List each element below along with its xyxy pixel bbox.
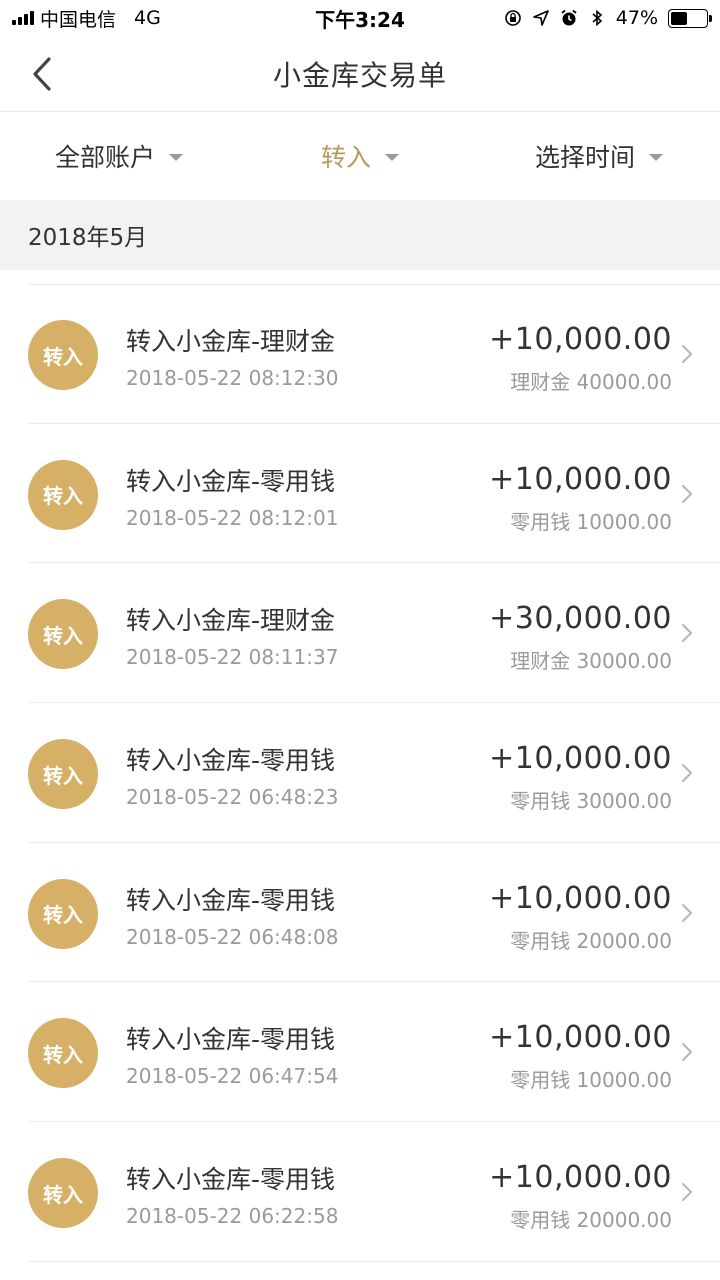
transaction-amount: +10,000.00 <box>489 1020 672 1056</box>
transaction-amount: +30,000.00 <box>489 601 672 637</box>
rotation-lock-icon <box>504 9 522 27</box>
time-filter-dropdown[interactable]: 选择时间 <box>535 112 664 200</box>
back-button[interactable] <box>22 54 62 94</box>
battery-icon <box>668 8 712 28</box>
status-right: 47% <box>448 7 712 29</box>
time-filter-label: 选择时间 <box>535 143 636 172</box>
transaction-time: 2018-05-22 06:48:08 <box>126 924 339 949</box>
transaction-row[interactable]: 转入 转入小金库-零用钱 2018-05-22 06:47:54 +10,000… <box>0 982 720 1123</box>
transfer-in-badge: 转入 <box>28 320 98 390</box>
month-label: 2018年5月 <box>28 225 148 251</box>
transfer-in-badge: 转入 <box>28 878 98 949</box>
type-filter-dropdown[interactable]: 转入 <box>321 112 400 200</box>
transaction-row[interactable]: 转入 转入小金库-理财金 2018-05-22 08:12:30 +10,000… <box>0 284 720 424</box>
transfer-in-badge: 转入 <box>28 459 98 530</box>
chevron-right-icon <box>680 344 694 364</box>
transaction-time: 2018-05-22 06:22:58 <box>126 1204 339 1229</box>
account-filter-dropdown[interactable]: 全部账户 <box>55 112 184 200</box>
chevron-right-icon <box>680 1182 694 1202</box>
transaction-row[interactable]: 转入 转入小金库-零用钱 2018-05-22 06:48:08 +10,000… <box>0 843 720 983</box>
page-title: 小金库交易单 <box>272 58 447 92</box>
transaction-title: 转入小金库-零用钱 <box>126 885 336 915</box>
transaction-list: 转入 转入小金库-理财金 2018-05-22 08:12:30 +10,000… <box>0 284 720 1262</box>
transaction-balance: 零用钱 10000.00 <box>510 1068 672 1093</box>
month-section-header: 2018年5月 <box>0 200 720 270</box>
bluetooth-icon <box>588 9 606 27</box>
page: 中国电信 4G 下午3:24 47% 小金库交易单 全部账户 转入 选择时间 2… <box>0 0 720 1280</box>
transaction-row[interactable]: 转入 转入小金库-零用钱 2018-05-22 06:22:58 +10,000… <box>0 1122 720 1262</box>
transaction-time: 2018-05-22 06:48:23 <box>126 785 339 810</box>
caret-down-icon <box>649 153 664 161</box>
transaction-balance: 理财金 40000.00 <box>510 370 672 394</box>
transaction-balance: 零用钱 10000.00 <box>510 509 672 534</box>
transaction-row[interactable]: 转入 转入小金库-零用钱 2018-05-22 06:48:23 +10,000… <box>0 703 720 843</box>
transfer-in-badge: 转入 <box>28 739 98 810</box>
transaction-time: 2018-05-22 06:47:54 <box>126 1064 339 1089</box>
status-bar: 中国电信 4G 下午3:24 47% <box>0 0 720 36</box>
chevron-left-icon <box>33 57 51 91</box>
transaction-balance: 零用钱 20000.00 <box>510 1208 672 1233</box>
network-label: 4G <box>134 7 161 29</box>
transaction-amount: +10,000.00 <box>489 1160 672 1196</box>
transaction-row[interactable]: 转入 转入小金库-理财金 2018-05-22 08:11:37 +30,000… <box>0 563 720 704</box>
transaction-time: 2018-05-22 08:11:37 <box>126 645 339 670</box>
transaction-row[interactable]: 转入 转入小金库-零用钱 2018-05-22 08:12:01 +10,000… <box>0 424 720 564</box>
battery-level <box>671 11 687 25</box>
status-left: 中国电信 4G <box>12 5 272 32</box>
filter-bar: 全部账户 转入 选择时间 <box>0 112 720 200</box>
nav-bar: 小金库交易单 <box>0 36 720 112</box>
alarm-icon <box>560 9 578 27</box>
transaction-title: 转入小金库-理财金 <box>126 327 336 356</box>
caret-down-icon <box>385 153 400 161</box>
transaction-time: 2018-05-22 08:12:01 <box>126 505 339 530</box>
carrier-label: 中国电信 <box>40 8 117 31</box>
caret-down-icon <box>169 153 184 161</box>
transaction-balance: 理财金 30000.00 <box>510 649 672 674</box>
chevron-right-icon <box>680 763 694 783</box>
transaction-title: 转入小金库-零用钱 <box>126 1165 336 1195</box>
transaction-amount: +10,000.00 <box>489 461 672 497</box>
divider <box>28 1260 720 1262</box>
type-filter-label: 转入 <box>321 143 372 172</box>
transfer-in-badge: 转入 <box>28 1158 98 1229</box>
transaction-time: 2018-05-22 08:12:30 <box>126 366 339 390</box>
chevron-right-icon <box>680 903 694 923</box>
chevron-right-icon <box>680 1042 694 1062</box>
transfer-in-badge: 转入 <box>28 1018 98 1089</box>
battery-percent: 47% <box>615 7 658 29</box>
transaction-amount: +10,000.00 <box>489 322 672 357</box>
chevron-right-icon <box>680 484 694 504</box>
transaction-title: 转入小金库-理财金 <box>126 606 336 636</box>
transaction-amount: +10,000.00 <box>489 880 672 916</box>
transaction-title: 转入小金库-零用钱 <box>126 746 336 776</box>
transaction-balance: 零用钱 30000.00 <box>510 789 672 814</box>
status-time: 下午3:24 <box>315 7 405 32</box>
transaction-amount: +10,000.00 <box>489 741 672 777</box>
chevron-right-icon <box>680 623 694 643</box>
transfer-in-badge: 转入 <box>28 599 98 670</box>
transaction-balance: 零用钱 20000.00 <box>510 928 672 953</box>
location-arrow-icon <box>532 9 550 27</box>
account-filter-label: 全部账户 <box>55 143 156 172</box>
transaction-title: 转入小金库-零用钱 <box>126 466 336 496</box>
transaction-title: 转入小金库-零用钱 <box>126 1025 336 1055</box>
signal-icon <box>12 11 34 25</box>
